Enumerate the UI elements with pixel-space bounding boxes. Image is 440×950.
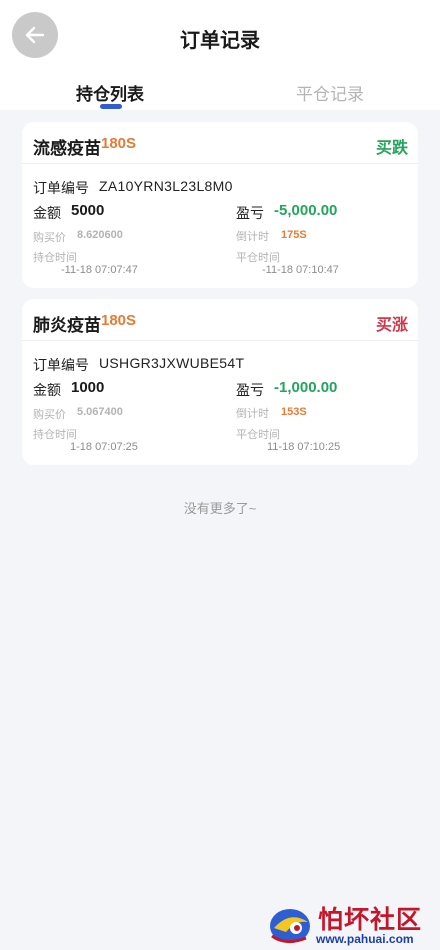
card-header: 流感疫苗 180S 买跌 [22,122,418,164]
buy-price-label: 购买价 [33,232,66,244]
direction-label: 买跌 [375,140,408,157]
order-number-label: 订单编号 [33,180,89,196]
buy-price-value: 5.067400 [77,406,123,418]
close-time-value: 11-18 07:10:25 [267,441,341,453]
pnl-value: -5,000.00 [274,202,338,219]
pnl-value: -1,000.00 [274,379,338,396]
pnl-label: 盈亏 [236,205,264,221]
open-time-label: 持仓时间 [33,252,77,264]
order-number: USHGR3JXWUBE54T [99,355,245,371]
page-title: 订单记录 [180,30,260,52]
duration-badge: 180S [101,312,137,329]
watermark-text: 怕坏社区 [318,906,423,934]
card-header: 肺炎疫苗 180S 买涨 [22,299,418,341]
countdown-value: 175S [281,229,307,241]
order-number-label: 订单编号 [33,357,89,373]
order-number: ZA10YRN3L23L8M0 [99,178,233,194]
duration-badge: 180S [101,135,137,152]
countdown-label: 倒计时 [236,231,269,243]
pnl-label: 盈亏 [236,382,264,398]
amount-label: 金额 [33,382,61,398]
amount-label: 金额 [33,205,61,221]
product-name: 肺炎疫苗 [33,316,101,335]
countdown-label: 倒计时 [236,408,269,420]
amount-value: 1000 [71,379,105,396]
watermark-logo-icon [270,909,310,943]
no-more-text: 没有更多了~ [183,501,257,516]
close-time-label: 平仓时间 [236,252,280,264]
amount-value: 5000 [71,202,105,219]
tab-open-positions[interactable]: 持仓列表 [30,80,190,105]
tab-closed-records[interactable]: 平仓记录 [250,80,410,105]
watermark: 怕坏社区 www.pahuai.com [266,902,436,948]
watermark-url: www.pahuai.com [316,932,414,946]
product-name: 流感疫苗 [33,139,101,158]
tab-indicator [100,104,122,109]
open-time-value: -11-18 07:07:47 [61,264,138,276]
countdown-value: 153S [281,406,307,418]
close-time-value: -11-18 07:10:47 [262,264,339,276]
close-time-label: 平仓时间 [236,429,280,441]
header: 订单记录 持仓列表 平仓记录 [0,0,440,110]
open-time-value: 1-18 07:07:25 [70,441,138,453]
buy-price-value: 8.620600 [77,229,123,241]
order-card[interactable]: 流感疫苗 180S 买跌 订单编号 ZA10YRN3L23L8M0 金额 500… [22,122,418,288]
open-time-label: 持仓时间 [33,429,77,441]
buy-price-label: 购买价 [33,409,66,421]
order-card[interactable]: 肺炎疫苗 180S 买涨 订单编号 USHGR3JXWUBE54T 金额 100… [22,299,418,465]
direction-label: 买涨 [375,317,408,334]
